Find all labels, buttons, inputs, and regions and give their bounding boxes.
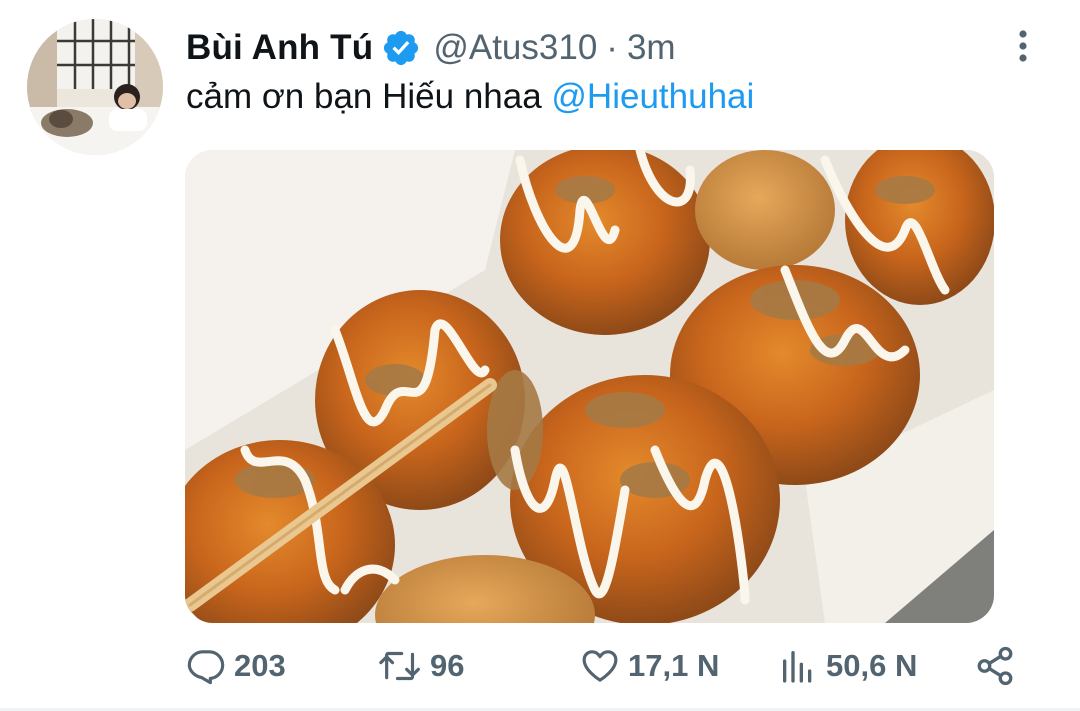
tweet-timestamp[interactable]: 3m (627, 28, 676, 68)
like-count: 17,1 N (628, 648, 720, 683)
tweet-header: Bùi Anh Tú @Atus310 · 3m (186, 24, 676, 72)
food-photo (185, 150, 994, 623)
retweet-icon (379, 651, 420, 681)
heart-icon (582, 650, 618, 682)
share-button[interactable] (974, 640, 1016, 692)
tweet-text-body: cảm ơn bạn Hiếu nhaa (186, 77, 552, 116)
tweet-text: cảm ơn bạn Hiếu nhaa @Hieuthuhai (186, 74, 754, 120)
retweet-button[interactable]: 96 (378, 640, 464, 692)
views-button[interactable]: 50,6 N (778, 640, 917, 692)
like-button[interactable]: 17,1 N (580, 640, 719, 692)
share-icon (977, 646, 1013, 686)
mention-link[interactable]: @Hieuthuhai (551, 77, 754, 116)
display-name[interactable]: Bùi Anh Tú (186, 28, 373, 68)
user-handle[interactable]: @Atus310 (433, 28, 597, 68)
reply-icon (187, 650, 225, 685)
views-count: 50,6 N (826, 648, 918, 683)
separator-dot: · (606, 28, 618, 67)
analytics-icon (783, 651, 812, 683)
tweet[interactable]: Bùi Anh Tú @Atus310 · 3m cảm ơn bạn Hiếu… (0, 0, 1080, 711)
verified-badge-icon (384, 30, 419, 66)
reply-button[interactable]: 203 (186, 640, 286, 692)
avatar[interactable] (27, 19, 163, 155)
retweet-count: 96 (430, 648, 465, 683)
tweet-media-image[interactable] (185, 150, 994, 623)
avatar-image (27, 19, 163, 155)
more-vertical-icon (1019, 30, 1027, 62)
tweet-actions: 203 96 17,1 N 50,6 N (0, 640, 1080, 692)
more-options-button[interactable] (1008, 26, 1038, 66)
reply-count: 203 (234, 648, 286, 683)
